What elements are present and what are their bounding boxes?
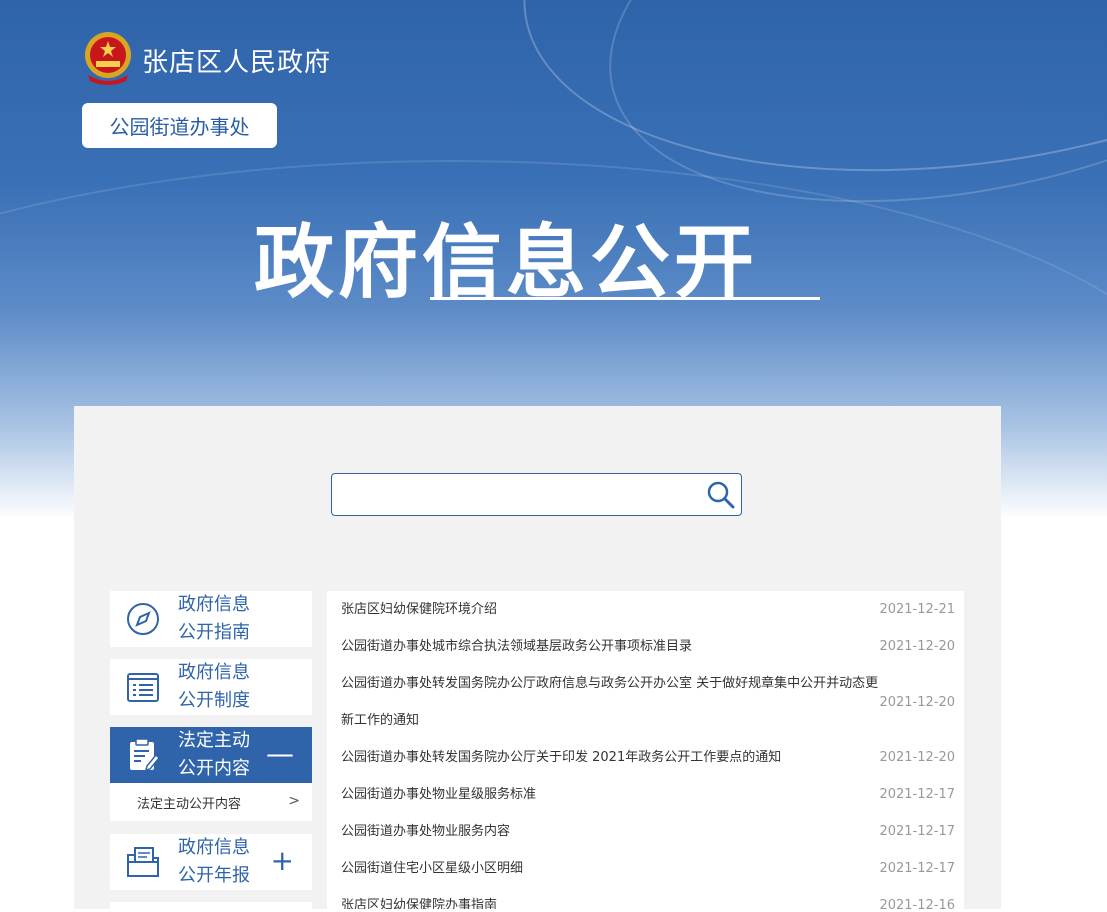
folder-icon — [127, 847, 159, 877]
list-item[interactable]: 公园街道办事处物业服务内容 2021-12-17 — [327, 813, 964, 850]
list-item[interactable]: 公园街道办事处转发国务院办公厅关于印发 2021年政务公开工作要点的通知 202… — [327, 739, 964, 776]
article-date: 2021-12-16 — [879, 898, 955, 909]
compass-icon — [127, 603, 159, 635]
national-emblem-icon — [85, 32, 131, 85]
article-list: 张店区妇幼保健院环境介绍 2021-12-21 公园街道办事处城市综合执法领域基… — [327, 591, 964, 909]
article-date: 2021-12-20 — [879, 639, 955, 654]
list-item[interactable]: 公园街道住宅小区星级小区明细 2021-12-17 — [327, 850, 964, 887]
expand-icon[interactable]: + — [271, 847, 294, 875]
article-title[interactable]: 张店区妇幼保健院环境介绍 — [341, 591, 879, 628]
list-item[interactable]: 张店区妇幼保健院环境介绍 2021-12-21 — [327, 591, 964, 628]
site-name[interactable]: 张店区人民政府 — [142, 42, 331, 79]
sub-unit-button[interactable]: 公园街道办事处 — [82, 103, 277, 148]
sidebar-item-more[interactable] — [110, 902, 312, 912]
sidebar-item-label: 政府信息 公开制度 — [178, 662, 250, 711]
clipboard-icon — [130, 738, 161, 772]
article-date: 2021-12-17 — [879, 787, 955, 802]
list-item[interactable]: 张店区妇幼保健院办事指南 2021-12-16 — [327, 887, 964, 909]
list-item[interactable]: 公园街道办事处城市综合执法领域基层政务公开事项标准目录 2021-12-20 — [327, 628, 964, 665]
article-title[interactable]: 张店区妇幼保健院办事指南 — [341, 887, 879, 909]
article-title[interactable]: 公园街道住宅小区星级小区明细 — [341, 850, 879, 887]
sidebar-subitem-label: 法定主动公开内容 — [137, 796, 242, 812]
article-title[interactable]: 公园街道办事处物业星级服务标准 — [341, 776, 879, 813]
chevron-right-icon: > — [288, 793, 300, 809]
banner-underline — [430, 297, 820, 300]
list-item[interactable]: 公园街道办事处转发国务院办公厅政府信息与政务公开办公室 关于做好规章集中公开并动… — [327, 665, 964, 739]
article-date: 2021-12-20 — [879, 750, 955, 765]
search-input[interactable] — [342, 480, 696, 510]
article-date: 2021-12-17 — [879, 861, 955, 876]
article-title[interactable]: 公园街道办事处转发国务院办公厅政府信息与政务公开办公室 关于做好规章集中公开并动… — [341, 665, 879, 739]
sidebar-item-annual-report[interactable]: 政府信息 公开年报 + — [110, 834, 312, 890]
list-icon — [127, 673, 159, 702]
article-date: 2021-12-21 — [879, 602, 955, 617]
sidebar-item-mandatory[interactable]: 法定主动 公开内容 — — [110, 727, 312, 783]
article-title[interactable]: 公园街道办事处物业服务内容 — [341, 813, 879, 850]
sidebar-subitem-mandatory-content[interactable]: 法定主动公开内容 > — [110, 783, 312, 821]
sidebar-item-guide[interactable]: 政府信息 公开指南 — [110, 591, 312, 647]
search-icon[interactable] — [705, 479, 737, 511]
article-date: 2021-12-17 — [879, 824, 955, 839]
article-date: 2021-12-20 — [879, 694, 955, 710]
sidebar-item-system[interactable]: 政府信息 公开制度 — [110, 659, 312, 715]
sidebar-item-label: 政府信息 公开指南 — [178, 594, 250, 643]
article-title[interactable]: 公园街道办事处城市综合执法领域基层政务公开事项标准目录 — [341, 628, 879, 665]
list-item[interactable]: 公园街道办事处物业星级服务标准 2021-12-17 — [327, 776, 964, 813]
sidebar-item-label: 政府信息 公开年报 — [178, 837, 250, 886]
sidebar-item-label: 法定主动 公开内容 — [178, 730, 250, 779]
article-title[interactable]: 公园街道办事处转发国务院办公厅关于印发 2021年政务公开工作要点的通知 — [341, 739, 879, 776]
collapse-icon[interactable]: — — [266, 740, 294, 768]
search-box — [331, 473, 742, 516]
